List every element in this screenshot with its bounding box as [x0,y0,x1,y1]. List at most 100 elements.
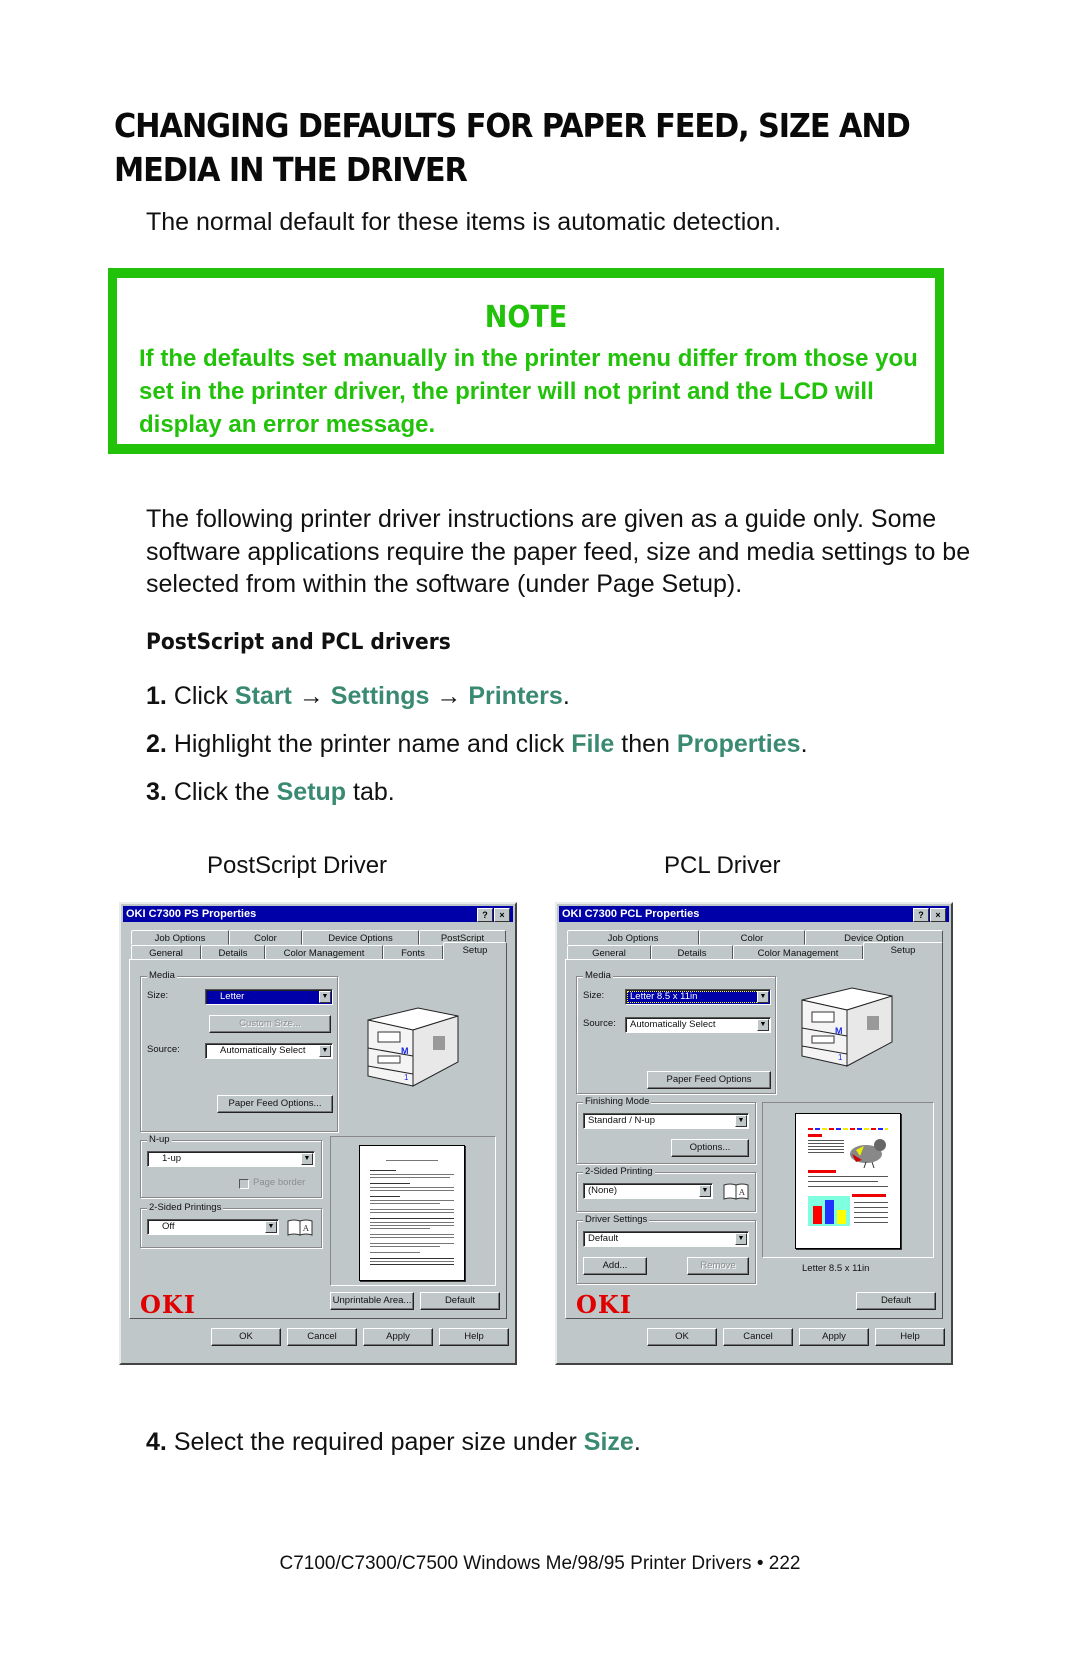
tab-color-management[interactable]: Color Management [733,945,863,960]
ok-button[interactable]: OK [647,1328,717,1346]
page-preview-frame [762,1102,934,1258]
bar-chart-thumbnail [808,1196,850,1226]
step-text: Click [173,682,235,710]
oki-logo: OKI [576,1290,632,1319]
duplex-value: (None) [588,1185,618,1196]
size-value: Letter [220,991,245,1002]
ps-titlebar: OKI C7300 PS Properties ? × [123,906,513,922]
duplex-select[interactable]: Off ▼ [147,1219,279,1235]
cancel-button[interactable]: Cancel [723,1328,793,1346]
media-group-label: Media [583,970,613,982]
source-select[interactable]: Automatically Select ▼ [625,1017,771,1033]
chevron-down-icon[interactable]: ▼ [735,1115,747,1127]
size-select[interactable]: Letter ▼ [205,989,333,1005]
add-button[interactable]: Add... [583,1257,647,1275]
page-preview [795,1113,901,1249]
cancel-button[interactable]: Cancel [287,1328,357,1346]
keyword-start: Start [234,682,292,710]
keyword-settings: Settings [330,682,430,710]
driver-settings-group-label: Driver Settings [583,1214,650,1226]
tab-general[interactable]: General [131,945,201,960]
source-value: Automatically Select [630,1019,716,1030]
tab-fonts[interactable]: Fonts [383,945,443,960]
duplex-group-label: 2-Sided Printing [583,1166,655,1178]
source-label: Source: [583,1018,616,1029]
options-button[interactable]: Options... [671,1139,749,1157]
keyword-file: File [571,730,615,758]
default-button[interactable]: Default [420,1292,500,1310]
size-value: Letter 8.5 x 11in [630,991,698,1002]
remove-button[interactable]: Remove [687,1257,749,1275]
nup-group-label: N-up [147,1134,172,1146]
step-1: 1. Click Start → Settings → Printers. [146,682,570,711]
ps-caption: PostScript Driver [207,852,388,879]
chevron-down-icon[interactable]: ▼ [699,1185,711,1197]
ok-button[interactable]: OK [211,1328,281,1346]
note-title: NOTE [484,300,568,335]
unprintable-area-button[interactable]: Unprintable Area... [330,1292,414,1310]
size-label: Size: [583,990,605,1001]
printer-badge-1: 1 [404,1073,409,1082]
duplex-select[interactable]: (None) ▼ [583,1183,713,1199]
tab-device-options[interactable]: Device Options [302,930,419,945]
page-heading: CHANGING DEFAULTS FOR PAPER FEED, SIZE A… [114,106,911,189]
page-border-checkbox[interactable] [239,1179,249,1189]
page-footer: C7100/C7300/C7500 Windows Me/98/95 Print… [279,1553,801,1574]
bird-image [850,1139,886,1168]
paper-feed-options-button[interactable]: Paper Feed Options... [217,1095,333,1113]
chevron-down-icon[interactable]: ▼ [265,1221,277,1233]
nup-select[interactable]: 1-up ▼ [147,1151,315,1167]
duplex-group-label: 2-Sided Printings [147,1202,224,1214]
tab-general[interactable]: General [567,945,651,960]
finishing-mode-group: Finishing Mode Standard / N-up ▼ Options… [576,1096,756,1164]
step-4: 4. Select the required paper size under … [146,1428,641,1457]
close-icon[interactable]: × [930,908,946,922]
printer-badge-m: M [401,1046,409,1056]
help-button[interactable]: Help [439,1328,509,1346]
driver-settings-select[interactable]: Default ▼ [583,1231,749,1247]
tab-color-management[interactable]: Color Management [265,945,383,960]
step-text: then [614,730,677,758]
svg-text:A: A [738,1188,745,1197]
tab-setup[interactable]: Setup [443,942,507,960]
booklet-icon: A [723,1183,749,1200]
size-select[interactable]: Letter 8.5 x 11in ▼ [625,989,771,1005]
close-icon[interactable]: × [494,908,510,922]
chevron-down-icon[interactable]: ▼ [757,991,769,1003]
tab-job-options[interactable]: Job Options [567,930,699,945]
custom-size-button[interactable]: Custom Size... [209,1015,331,1033]
help-icon[interactable]: ? [477,908,493,922]
driver-settings-group: Driver Settings Default ▼ Add... Remove [576,1214,756,1284]
chevron-down-icon[interactable]: ▼ [757,1019,769,1031]
finishing-value: Standard / N-up [588,1115,656,1126]
help-button[interactable]: Help [875,1328,945,1346]
tab-color[interactable]: Color [229,930,302,945]
guide-paragraph: The following printer driver instruction… [146,505,971,598]
finishing-mode-select[interactable]: Standard / N-up ▼ [583,1113,749,1129]
printer-illustration: M 1 [367,1007,459,1087]
apply-button[interactable]: Apply [363,1328,433,1346]
chevron-down-icon[interactable]: ▼ [319,1045,331,1057]
intro-text: The normal default for these items is au… [146,208,782,236]
tab-job-options[interactable]: Job Options [131,930,229,945]
svg-text:A: A [302,1224,309,1233]
chevron-down-icon[interactable]: ▼ [301,1153,313,1165]
step-text: Select the required paper size under [173,1428,584,1456]
chevron-down-icon[interactable]: ▼ [735,1233,747,1245]
oki-logo: OKI [140,1290,196,1319]
tab-details[interactable]: Details [651,945,733,960]
source-select[interactable]: Automatically Select ▼ [205,1043,333,1059]
default-button[interactable]: Default [856,1292,936,1310]
page-preview-frame [330,1136,496,1286]
help-icon[interactable]: ? [913,908,929,922]
note-box: NOTE If the defaults set manually in the… [108,268,944,454]
tab-details[interactable]: Details [201,945,265,960]
step-text: . [562,682,570,710]
tab-color[interactable]: Color [699,930,805,945]
finishing-group-label: Finishing Mode [583,1096,652,1108]
chevron-down-icon[interactable]: ▼ [319,991,331,1003]
apply-button[interactable]: Apply [799,1328,869,1346]
keyword-properties: Properties [676,730,801,758]
paper-feed-options-button[interactable]: Paper Feed Options [647,1071,771,1089]
tab-setup[interactable]: Setup [863,942,943,960]
